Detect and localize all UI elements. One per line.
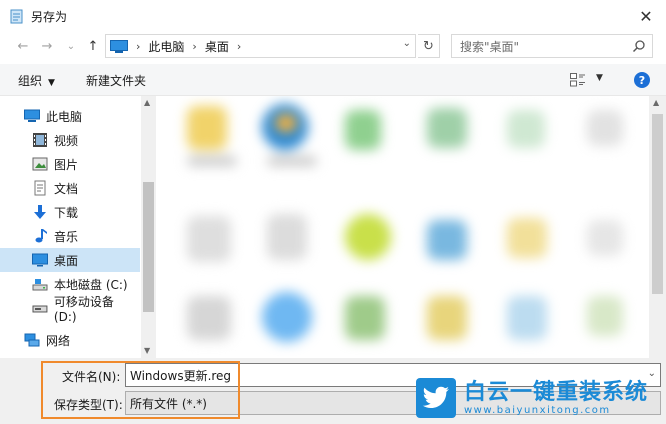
music-icon [35,229,47,243]
sidebar-item-network[interactable]: 网络 [0,328,140,352]
sidebar-item-label: 桌面 [54,253,79,268]
filename-label: 文件名(N): [62,370,121,384]
sidebar-item-videos[interactable]: 视频 [0,128,140,152]
download-icon [34,205,46,219]
sidebar-item-label: 可移动设备 (D:) [53,294,114,324]
close-button[interactable]: ✕ [636,6,656,26]
breadcrumb-desktop[interactable]: 桌面 [205,38,229,55]
watermark-url: www.baiyunxitong.com [464,404,611,416]
sidebar-item-label: 视频 [54,133,79,148]
sidebar-item-downloads[interactable]: 下载 [0,200,140,224]
filetype-value: 所有文件 (*.*) [130,396,207,411]
close-icon: ✕ [639,6,653,26]
notepad-icon [10,9,23,24]
blurred-file-icons [157,96,649,358]
organize-label: 组织 [18,74,43,88]
address-dropdown-icon[interactable]: ⌄ [403,38,411,49]
sidebar-item-removable[interactable]: 可移动设备 (D:) [0,295,140,324]
scroll-up-icon[interactable]: ▲ [144,98,150,107]
navigation-scrollbar[interactable]: ▲ ▼ [141,96,156,358]
organize-button[interactable]: 组织 ▼ [18,72,55,89]
view-dropdown-icon[interactable]: ▼ [596,73,603,83]
sidebar-item-pictures[interactable]: 图片 [0,152,140,176]
navigation-pane: 此电脑 视频 图片 文档 下载 音乐 桌面 本地磁盘 (C:) 可移动设备 (D… [0,96,156,358]
pictures-icon [32,157,48,171]
scroll-down-icon[interactable]: ▼ [144,346,150,355]
documents-icon [34,180,46,196]
forward-arrow-icon: → [41,38,53,54]
search-icon [632,40,645,53]
crumb-separator: › [136,39,141,53]
view-options-icon[interactable] [570,73,586,87]
watermark: 白云一键重装系统 www.baiyunxitong.com [416,375,662,421]
sidebar-item-label: 文档 [54,181,79,196]
up-button[interactable]: ↑ [84,36,102,56]
drive-icon [32,279,48,291]
removable-drive-icon [32,305,48,313]
desktop-icon [32,253,48,267]
address-row: ← → ⌄ ↑ › 此电脑 › 桌面 › ⌄ ↻ 搜索"桌面" [0,32,666,60]
crumb-separator: › [192,39,197,53]
network-icon [24,333,40,347]
forward-button[interactable]: → [38,36,56,56]
back-button[interactable]: ← [14,36,32,56]
chevron-down-icon: ⌄ [66,40,76,52]
bird-logo-icon [416,378,456,418]
search-placeholder: 搜索"桌面" [460,39,520,54]
file-list[interactable] [157,96,649,358]
refresh-icon: ↻ [423,38,434,54]
help-button[interactable]: ? [634,72,650,88]
sidebar-item-label: 本地磁盘 (C:) [54,277,128,292]
watermark-title: 白云一键重装系统 [464,379,649,405]
filename-value: Windows更新.reg [130,368,232,383]
content-scrollbar[interactable]: ▲ [649,96,666,358]
filetype-label: 保存类型(T): [54,398,123,412]
recent-locations-button[interactable]: ⌄ [62,36,80,56]
crumb-separator: › [236,39,242,53]
sidebar-item-label: 图片 [54,157,79,172]
sidebar-item-this-pc[interactable]: 此电脑 [0,104,140,128]
scroll-up-icon[interactable]: ▲ [653,98,659,107]
back-arrow-icon: ← [17,38,29,54]
scrollbar-thumb[interactable] [143,182,154,312]
title-bar: 另存为 ✕ [0,0,666,32]
computer-icon [110,39,128,53]
caret-down-icon: ▼ [48,78,55,88]
sidebar-item-desktop[interactable]: 桌面 [0,248,140,272]
video-icon [33,133,47,147]
search-input[interactable]: 搜索"桌面" [451,34,653,58]
window-title: 另存为 [31,9,68,24]
refresh-button[interactable]: ↻ [418,34,440,58]
sidebar-item-label: 此电脑 [46,109,83,124]
sidebar-item-label: 音乐 [54,229,79,244]
new-folder-button[interactable]: 新建文件夹 [86,72,146,89]
scrollbar-thumb[interactable] [652,114,663,294]
address-bar[interactable]: › 此电脑 › 桌面 › ⌄ [105,34,416,58]
sidebar-item-music[interactable]: 音乐 [0,224,140,248]
computer-icon [24,109,40,122]
up-arrow-icon: ↑ [87,38,99,54]
sidebar-item-label: 下载 [54,205,79,220]
command-bar: 组织 ▼ 新建文件夹 ▼ ? [0,64,666,96]
breadcrumb-this-pc[interactable]: 此电脑 [148,38,184,55]
sidebar-item-label: 网络 [46,333,71,348]
sidebar-item-documents[interactable]: 文档 [0,176,140,200]
